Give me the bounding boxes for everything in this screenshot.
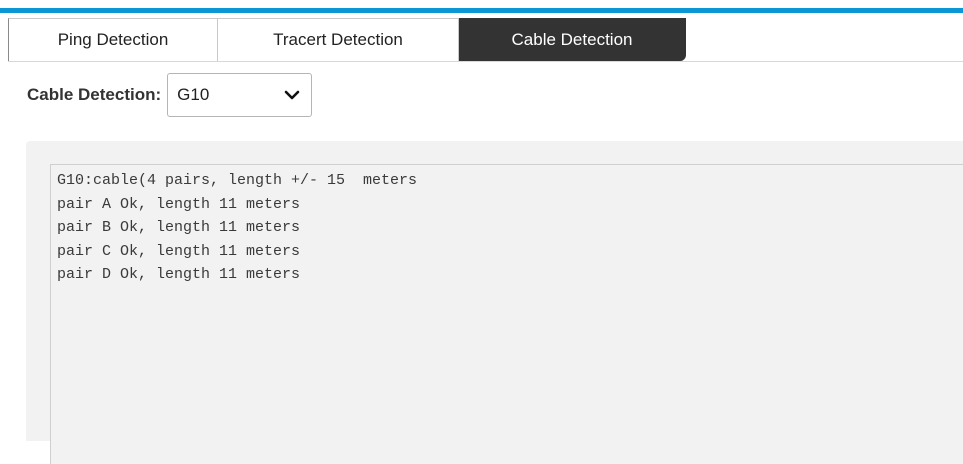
output-line: pair C Ok, length 11 meters — [57, 242, 301, 260]
cable-result-output: G10:cable(4 pairs, length +/- 15 meters … — [50, 164, 963, 464]
accent-line — [0, 8, 963, 13]
tab-bar: Ping Detection Tracert Detection Cable D… — [8, 18, 686, 61]
selector-label: Cable Detection: — [27, 85, 162, 104]
tab-cable-detection[interactable]: Cable Detection — [459, 18, 686, 61]
tab-ping-detection[interactable]: Ping Detection — [8, 18, 218, 61]
port-select[interactable]: G10 — [167, 73, 313, 117]
cable-result-panel: G10:cable(4 pairs, length +/- 15 meters … — [26, 141, 963, 464]
top-accent-bar — [0, 0, 963, 13]
output-line: pair D Ok, length 11 meters — [57, 266, 301, 283]
selected-port: G10 — [177, 85, 210, 104]
tab-label: Cable Detection — [511, 30, 633, 49]
output-line: pair A Ok, length 11 meters — [57, 195, 301, 213]
output-lines: G10:cable(4 pairs, length +/- 15 meters … — [51, 165, 963, 287]
chevron-down-icon — [284, 90, 300, 100]
tab-label: Tracert Detection — [273, 30, 403, 49]
tab-tracert-detection[interactable]: Tracert Detection — [218, 18, 459, 61]
output-line: G10:cable(4 pairs, length +/- 15 meters — [57, 172, 418, 189]
tab-label: Ping Detection — [57, 30, 169, 49]
output-line: pair B Ok, length 11 meters — [57, 219, 301, 236]
port-selector-row: Cable Detection: G10 — [27, 72, 313, 118]
tab-divider — [8, 61, 963, 62]
